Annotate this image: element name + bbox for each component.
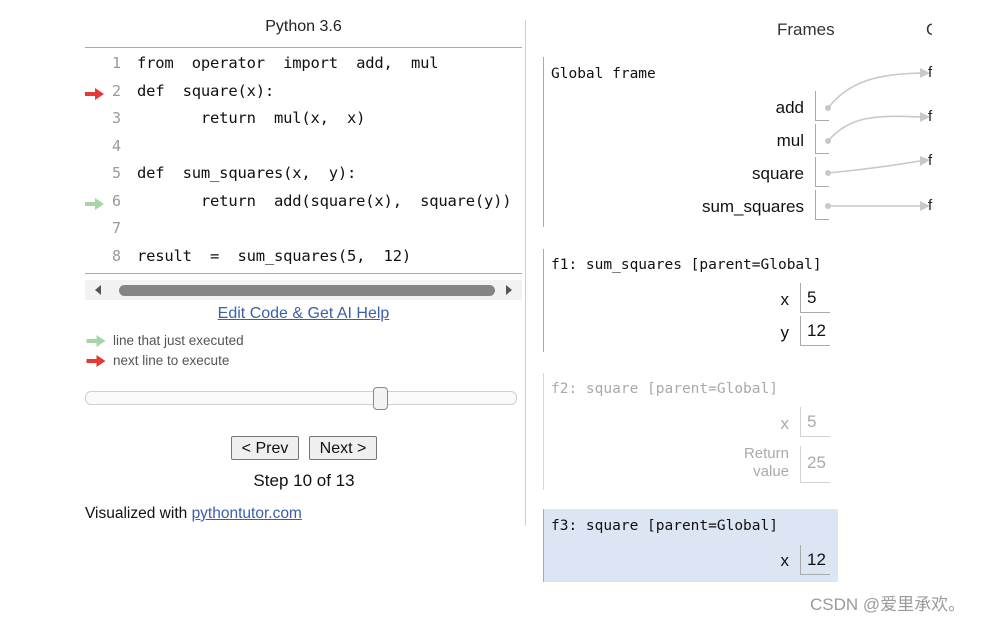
code-text: result = sum_squares(5, 12) — [137, 247, 411, 265]
f3-frame-title: f3: square [parent=Global] — [551, 518, 778, 534]
f1-var-y: y — [780, 323, 790, 342]
f2-value-x: 5 — [807, 412, 817, 431]
code-line-6: 6 return add(square(x), square(y)) — [85, 192, 522, 218]
language-title: Python 3.6 — [265, 18, 342, 35]
f2-return-label: Return value — [700, 445, 789, 481]
code-text: return add(square(x), square(y)) — [137, 192, 512, 210]
pointer-arrow-add — [827, 72, 921, 109]
code-line-1: 1 from operator import add, mul — [85, 54, 522, 80]
next-line-legend-arrow-icon — [86, 355, 106, 367]
code-top-divider — [85, 47, 522, 48]
global-var-mul: mul — [776, 131, 804, 150]
visualized-with: Visualized with pythontutor.com — [85, 505, 302, 523]
f1-value-box-x: 5 — [800, 283, 830, 313]
f1-value-box-y: 12 — [800, 316, 830, 346]
frames-heading: Frames — [777, 20, 835, 39]
code-line-4: 4 — [85, 137, 522, 163]
legend-label: line that just executed — [113, 333, 244, 348]
f1-var-x: x — [780, 290, 790, 309]
code-line-7: 7 — [85, 219, 522, 245]
edit-code-link[interactable]: Edit Code & Get AI Help — [85, 305, 522, 323]
pythontutor-link[interactable]: pythontutor.com — [192, 505, 302, 522]
return-label-line2: value — [753, 463, 789, 480]
f3-var-x: x — [780, 551, 790, 570]
step-slider-handle[interactable] — [373, 387, 388, 410]
global-frame-title: Global frame — [551, 66, 656, 82]
step-slider-track[interactable] — [85, 391, 517, 405]
code-line-5: 5 def sum_squares(x, y): — [85, 164, 522, 190]
line-number: 2 — [111, 82, 121, 100]
function-object-stub: f — [928, 152, 933, 169]
return-label-line1: Return — [743, 445, 789, 462]
f3-value-x: 12 — [807, 550, 826, 569]
code-bottom-divider — [85, 273, 522, 274]
next-button[interactable]: Next > — [309, 436, 377, 460]
code-line-3: 3 return mul(x, x) — [85, 109, 522, 135]
f1-value-y: 12 — [807, 321, 826, 340]
function-object-stub: f — [928, 197, 933, 214]
function-object-stub: f — [928, 64, 933, 81]
line-number: 7 — [111, 219, 121, 237]
f2-frame-title: f2: square [parent=Global] — [551, 381, 778, 397]
line-number: 8 — [111, 247, 121, 265]
step-counter: Step 10 of 13 — [253, 471, 355, 490]
f2-var-x: x — [780, 414, 790, 433]
pointer-arrow-square — [827, 160, 921, 174]
pointer-arrow-mul — [827, 115, 921, 142]
line-number: 6 — [111, 192, 121, 210]
line-number: 3 — [111, 109, 121, 127]
f1-frame-border — [543, 249, 544, 352]
f3-frame-border — [543, 509, 544, 582]
global-var-square: square — [752, 164, 804, 183]
f2-return-value-box: 25 — [800, 446, 830, 483]
global-var-add: add — [775, 98, 804, 117]
code-text: def square(x): — [137, 82, 274, 100]
f2-frame-border — [543, 373, 544, 490]
legend-label: next line to execute — [113, 353, 230, 368]
f2-return-value: 25 — [807, 453, 826, 472]
csdn-watermark: CSDN @爱里承欢。 — [810, 595, 966, 614]
code-horizontal-scrollbar[interactable] — [85, 280, 522, 300]
f3-value-box-x: 12 — [800, 545, 830, 575]
code-text: return mul(x, x) — [137, 109, 366, 127]
line-number: 1 — [111, 54, 121, 72]
prev-button[interactable]: < Prev — [231, 436, 299, 460]
f1-frame-title: f1: sum_squares [parent=Global] — [551, 257, 822, 273]
scrollbar-thumb[interactable] — [119, 285, 495, 296]
function-object-stub: f — [928, 108, 933, 125]
code-line-2: 2 def square(x): — [85, 82, 522, 108]
line-number: 4 — [111, 137, 121, 155]
global-frame-border — [543, 57, 544, 227]
f1-value-x: 5 — [807, 288, 817, 307]
pointer-arrows — [825, 68, 930, 211]
scroll-left-icon[interactable] — [95, 285, 101, 295]
code-line-8: 8 result = sum_squares(5, 12) — [85, 247, 522, 273]
code-text: def sum_squares(x, y): — [137, 164, 357, 182]
code-text: from operator import add, mul — [137, 54, 439, 72]
objects-heading: O — [926, 20, 932, 40]
just-executed-legend-arrow-icon — [86, 335, 106, 347]
just-executed-arrow-icon — [85, 198, 104, 210]
scroll-right-icon[interactable] — [506, 285, 512, 295]
f2-value-box-x: 5 — [800, 407, 830, 437]
line-number: 5 — [111, 164, 121, 182]
panel-divider — [525, 20, 526, 526]
global-var-sum-squares: sum_squares — [701, 197, 804, 216]
next-line-arrow-icon — [85, 88, 104, 100]
visualized-prefix: Visualized with — [85, 505, 188, 522]
